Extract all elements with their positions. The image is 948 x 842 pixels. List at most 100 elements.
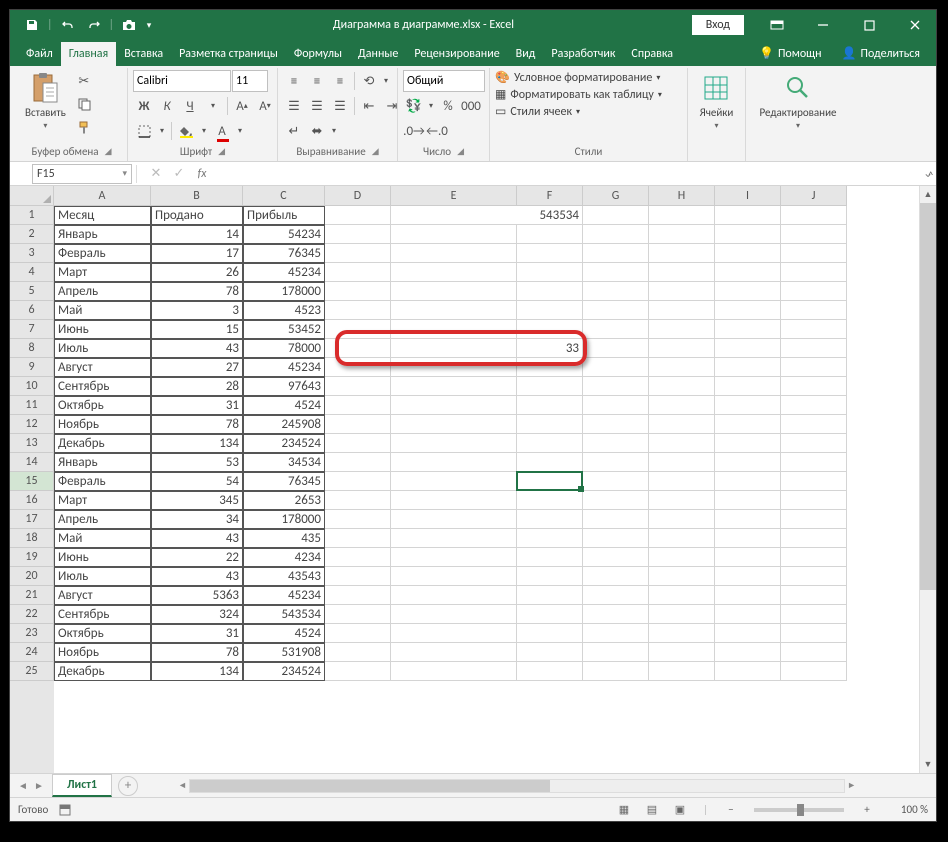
cell[interactable] xyxy=(391,472,517,491)
cell[interactable] xyxy=(391,491,517,510)
accept-formula-icon[interactable]: ✓ xyxy=(168,164,190,184)
col-header[interactable]: J xyxy=(781,186,847,206)
cell[interactable] xyxy=(517,320,583,339)
percent-icon[interactable]: % xyxy=(437,95,459,117)
cell[interactable] xyxy=(715,263,781,282)
fx-icon[interactable]: fx xyxy=(191,164,213,184)
cell[interactable]: 5363 xyxy=(151,586,243,605)
cell[interactable]: 43 xyxy=(151,567,243,586)
cell[interactable] xyxy=(781,377,847,396)
cell[interactable]: 543534 xyxy=(391,206,583,225)
cell[interactable] xyxy=(517,263,583,282)
col-header[interactable]: A xyxy=(54,186,151,206)
cell[interactable] xyxy=(325,244,391,263)
cell[interactable]: Январь xyxy=(54,453,151,472)
cell[interactable] xyxy=(781,662,847,681)
cell[interactable]: 43 xyxy=(151,529,243,548)
cell[interactable] xyxy=(325,662,391,681)
cell[interactable]: 45234 xyxy=(243,586,325,605)
shrink-font-icon[interactable]: A▾ xyxy=(254,95,276,117)
cell[interactable] xyxy=(391,605,517,624)
tab-developer[interactable]: Разработчик xyxy=(543,42,623,66)
italic-button[interactable]: К xyxy=(156,95,178,117)
cell[interactable] xyxy=(715,377,781,396)
cell[interactable] xyxy=(781,624,847,643)
cell[interactable] xyxy=(391,263,517,282)
borders-dd[interactable]: ▾ xyxy=(156,120,168,142)
cell[interactable]: Май xyxy=(54,529,151,548)
tab-prev-icon[interactable]: ◄ xyxy=(16,779,30,793)
row-header[interactable]: 24 xyxy=(10,643,54,662)
dialog-launcher-icon[interactable]: ◢ xyxy=(105,146,112,157)
cell[interactable] xyxy=(715,586,781,605)
tab-view[interactable]: Вид xyxy=(508,42,544,66)
row-header[interactable]: 12 xyxy=(10,415,54,434)
horizontal-scrollbar[interactable]: ◄ ► xyxy=(138,779,936,793)
inc-decimal-icon[interactable]: .0→ xyxy=(403,120,425,142)
cell[interactable] xyxy=(649,358,715,377)
cell[interactable] xyxy=(583,643,649,662)
cell[interactable]: Октябрь xyxy=(54,624,151,643)
cell[interactable]: 76345 xyxy=(243,472,325,491)
cell[interactable] xyxy=(781,263,847,282)
cell[interactable] xyxy=(715,244,781,263)
cell[interactable] xyxy=(649,586,715,605)
cell[interactable]: 53452 xyxy=(243,320,325,339)
cell[interactable] xyxy=(781,491,847,510)
row-header[interactable]: 16 xyxy=(10,491,54,510)
cell[interactable] xyxy=(517,643,583,662)
align-right-icon[interactable]: ☰ xyxy=(329,95,351,117)
cell[interactable] xyxy=(517,225,583,244)
cell[interactable] xyxy=(715,567,781,586)
minimize-icon[interactable] xyxy=(802,10,844,40)
cell[interactable] xyxy=(649,605,715,624)
share-button[interactable]: 👤Поделиться xyxy=(834,41,928,66)
undo-icon[interactable] xyxy=(56,13,80,37)
cell[interactable]: Июль xyxy=(54,567,151,586)
cell[interactable] xyxy=(649,225,715,244)
row-header[interactable]: 14 xyxy=(10,453,54,472)
borders-icon[interactable] xyxy=(133,120,155,142)
cell[interactable] xyxy=(517,510,583,529)
align-top-icon[interactable]: ≡ xyxy=(283,70,305,92)
cell[interactable] xyxy=(391,624,517,643)
cell[interactable]: Прибыль xyxy=(243,206,325,225)
cell[interactable]: 4234 xyxy=(243,548,325,567)
cell[interactable] xyxy=(781,586,847,605)
cell[interactable]: Февраль xyxy=(54,244,151,263)
col-header[interactable]: F xyxy=(517,186,583,206)
cell[interactable] xyxy=(649,472,715,491)
cell[interactable]: Сентябрь xyxy=(54,377,151,396)
cell[interactable] xyxy=(583,339,649,358)
cell[interactable] xyxy=(649,491,715,510)
cell[interactable] xyxy=(715,510,781,529)
cell[interactable]: Декабрь xyxy=(54,662,151,681)
cell[interactable] xyxy=(325,624,391,643)
cells-button[interactable]: Ячейки ▾ xyxy=(696,70,738,133)
cell[interactable]: 345 xyxy=(151,491,243,510)
cell[interactable] xyxy=(325,586,391,605)
row-header[interactable]: 11 xyxy=(10,396,54,415)
view-layout-icon[interactable]: ▤ xyxy=(641,801,663,819)
cell[interactable]: 33 xyxy=(517,339,583,358)
cell[interactable] xyxy=(649,510,715,529)
cell[interactable] xyxy=(649,662,715,681)
currency-icon[interactable]: 💱 xyxy=(403,95,425,117)
row-header[interactable]: 4 xyxy=(10,263,54,282)
cell[interactable] xyxy=(391,567,517,586)
cancel-formula-icon[interactable]: ✕ xyxy=(145,164,167,184)
col-header[interactable]: I xyxy=(715,186,781,206)
cell[interactable] xyxy=(781,510,847,529)
row-header[interactable]: 5 xyxy=(10,282,54,301)
cell[interactable]: 134 xyxy=(151,662,243,681)
cell[interactable]: 543534 xyxy=(243,605,325,624)
cell[interactable] xyxy=(715,301,781,320)
cell[interactable] xyxy=(391,586,517,605)
row-header[interactable]: 22 xyxy=(10,605,54,624)
cell[interactable]: 234524 xyxy=(243,662,325,681)
row-header[interactable]: 3 xyxy=(10,244,54,263)
cell[interactable] xyxy=(391,453,517,472)
row-header[interactable]: 6 xyxy=(10,301,54,320)
cell[interactable]: 45234 xyxy=(243,358,325,377)
row-header[interactable]: 10 xyxy=(10,377,54,396)
